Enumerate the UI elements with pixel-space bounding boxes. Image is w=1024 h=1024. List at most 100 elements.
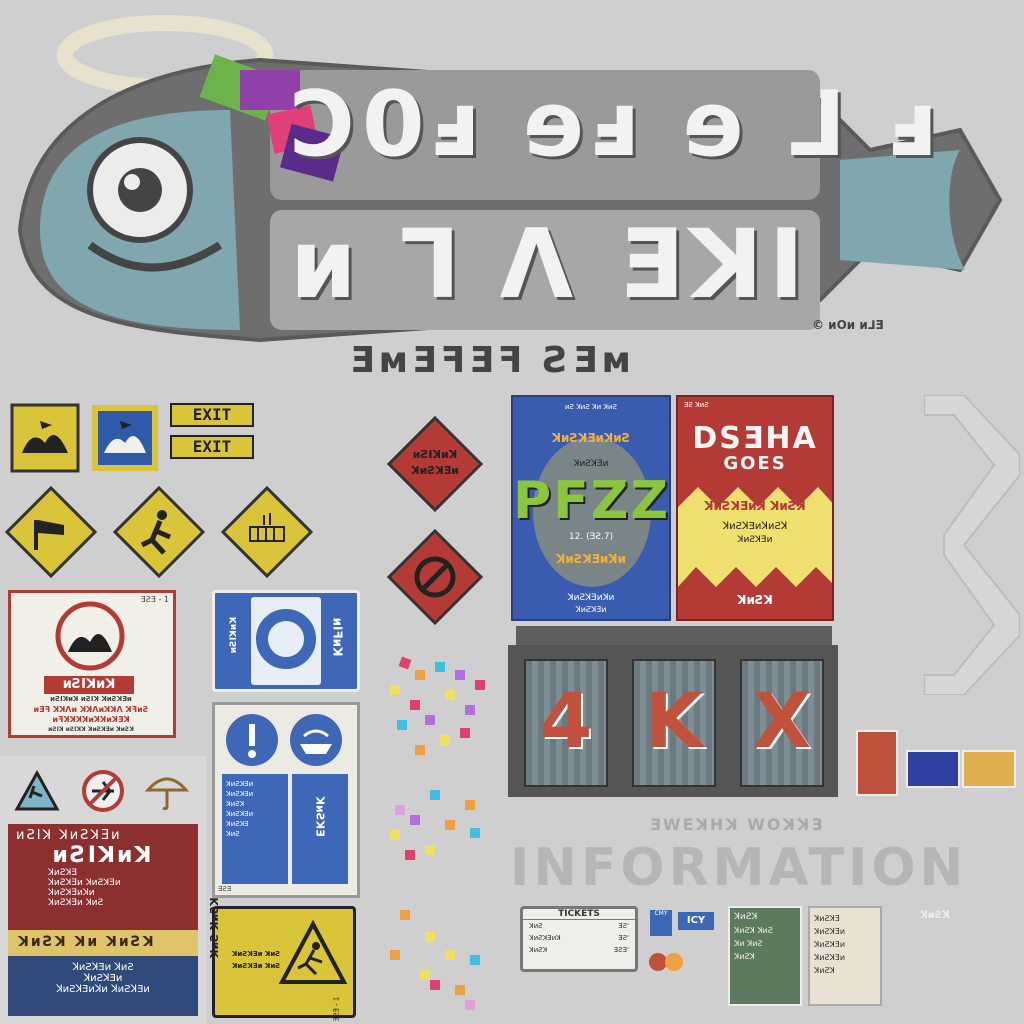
info-board-title: ᴎƧIꓘᴎꓘ: [52, 843, 154, 868]
umbrella-icon: [144, 777, 190, 811]
blue-info-left-panel: ꓘᴎƧꓘƎᴎ ꓘᴎƧꓘƎᴎ ꓘᴎƧꓘ ꓘᴎƧꓘƎᴎ ꓘᴎƧꓘƎ ꓘᴎƧ: [222, 774, 288, 884]
green-note-line: ꓘᴎƧꓘ: [734, 952, 755, 961]
shutter-board: 4 K X: [508, 645, 838, 797]
poster-red-line: ꓘᴎƧꓘƎᴎ: [737, 535, 773, 545]
poster-blue-bottom: ꓘᴎƧꓘƎᴎꓘᴎ: [567, 593, 615, 603]
beige-note-line: ꓘᴎƧꓘƎ: [814, 914, 840, 923]
info-board-line: ꓘᴎƧꓘƎᴎ ꓘᴎƧꓘƎᴎ: [48, 878, 121, 888]
info-line: ꓘᴎƧꓘƎ: [226, 820, 249, 828]
info-board-header: ᴎƧIꓘ ꓘᴎƧꓘƎᴎ: [16, 828, 122, 843]
grate-warning-sign: [220, 485, 314, 579]
boat-icon: [290, 714, 342, 766]
info-board-footer: ꓘᴎƧꓘƎᴎ ꓘᴎƧ: [72, 962, 134, 973]
exit-sign-left: EXIT: [170, 435, 254, 459]
poster-blue-small: ꓘᴎƧꓘƎᴎ: [573, 459, 609, 469]
lifebuoy-left-top: ᴎƧIꓘᴎꓘ: [229, 616, 240, 654]
poster-red-title: DSƎHA: [692, 421, 818, 456]
info-line: ꓘᴎƧꓘƎᴎ: [226, 810, 254, 818]
card-code: ƎƧƎ - 1: [140, 595, 169, 604]
ticket-price: ƎƧ': [618, 922, 629, 930]
shutter-letter: X: [752, 676, 812, 765]
ticket-item: ꓘᴎƧ: [529, 922, 543, 930]
warning-card-line: ᴎƧIꓘᴎꓘ ᴎƧIꓘ ꓘᴎƧꓘƎᴎ: [50, 695, 132, 703]
poster-red-line: ꓘᴎƧꓘƎᴎꓘ ꓘᴎƧꓘ: [704, 499, 806, 513]
info-right-label: ꓘᴎƧꓘƎ: [313, 796, 327, 837]
info-board-line: ꓘᴎƧꓘƎᴎ ꓘᴎƧ: [48, 898, 104, 908]
beige-note: ꓘᴎƧꓘƎ ꓘᴎƧꓘƎᴎ ꓘᴎƧꓘƎᴎ ꓘᴎƧꓘƎᴎ ꓘᴎƧꓘ: [808, 906, 882, 1006]
no-entry-diamond-sign: [386, 528, 484, 626]
info-board-blue-panel: ꓘᴎƧꓘƎᴎ ꓘᴎƧ ꓘᴎƧꓘƎᴎ ꓘᴎƧꓘƎᴎꓘᴎ ꓘᴎƧꓘƎᴎ: [8, 956, 198, 1016]
warning-card-line: ᴎƧIꓘ ᴎƧIꓘꓘ ꓘᴎƧꓘƎᴎ ꓘᴎƧꓘ: [48, 726, 134, 733]
info-line: ꓘᴎƧꓘ: [226, 800, 245, 808]
lifebuoy-icon: [256, 609, 316, 669]
shutter-letter: 4: [539, 676, 593, 765]
logo-line1: Ↄ0ⅎ ɘⅎ ɘ ⅃ ⅎ: [290, 72, 944, 177]
exit-sign-right: EXIT: [170, 403, 254, 427]
wave-sign-blue: [92, 405, 158, 471]
no-wave-icon: [55, 601, 125, 671]
blue-info-code: ƎƧƎ: [218, 885, 232, 893]
right-small-label: ꓘᴎƧꓘ: [920, 910, 950, 921]
poster-red-line: ꓘᴎƧꓘƎᴎꓘᴎƧꓘ: [722, 521, 788, 532]
green-note: ꓘᴎƧꓘ ꓘᴎƧꓘ ꓘᴎƧ ꓘᴎ ꓘᴎƧ ꓘᴎƧꓘ: [728, 906, 802, 1006]
logo-subtitle: ƎᴍƎꟻƎꟻ ƧƎᴍ: [350, 340, 635, 381]
blue-sticker: [906, 750, 960, 788]
info-line: ꓘᴎƧꓘƎᴎ: [226, 780, 254, 788]
coin-stickers: [649, 953, 683, 971]
shutter-bar: [516, 626, 832, 646]
info-big-text: INFORMATION: [510, 838, 968, 898]
info-board-red-panel: ᴎƧIꓘ ꓘᴎƧꓘƎᴎ ᴎƧIꓘᴎꓘ ꓘᴎƧꓘƎ ꓘᴎƧꓘƎᴎ ꓘᴎƧꓘƎᴎ ꓘ…: [8, 824, 198, 930]
poster-blue-date: 12. (ƎƧ.7): [568, 532, 614, 542]
exit-label: EXIT: [192, 405, 232, 424]
poster-red: ƎƧ ꓘᴎƧ DSƎHA GOES ꓘᴎƧꓘƎᴎꓘ ꓘᴎƧꓘ ꓘᴎƧꓘƎᴎꓘᴎƧ…: [676, 395, 834, 621]
poster-red-title: GOES: [723, 453, 787, 474]
poster-blue-arc-top: ꓘᴎƧꓘƎᴎꓘᴎƧ: [551, 431, 631, 445]
chevron-pattern: [924, 395, 1020, 695]
windsock-sign: [4, 485, 98, 579]
warning-card-title: ᴎƧIꓘᴎꓘ: [44, 676, 134, 694]
shutter-panel: 4: [524, 659, 608, 787]
card-label: CMY: [654, 910, 668, 917]
ticket-board: TICKETS ꓘᴎƧ ƎƧ' ꓘᴎƧꓘƎᴎꓘ ƎƧ' ꓘᴎƧꓘ ƎƧƎ': [520, 906, 638, 972]
warning-card-line: ᴎƎꟻ ꓘꓘɅᴎ ꓘꓘɅᴎꓘꓘɅ ꓘꟻᴎƧ: [33, 705, 149, 714]
slip-title: ꓘᴎƧ ꓘᴎƧꓘ: [208, 897, 221, 958]
icy-label: ICY: [686, 915, 706, 926]
poster-blue: ᴎƧ ꓘᴎƧ ꓘᴎ ꓘᴎƧ ꓘᴎƧꓘƎᴎꓘᴎƧ ꓘᴎƧꓘƎᴎ PFZZ 12. …: [511, 395, 671, 621]
shutter-panel: X: [740, 659, 824, 787]
ticket-price: ƎƧƎ': [613, 946, 629, 954]
ticket-price: ƎƧ': [618, 934, 629, 942]
info-board-line: ꓘᴎƧꓘƎᴎꓘᴎ: [48, 888, 95, 898]
copyright-text: © ᴎОᴎ ᴎ⅃Ǝ: [812, 318, 884, 332]
no-flying-icon: [82, 770, 124, 812]
ticket-title: TICKETS: [523, 909, 635, 920]
info-board-footer: ꓘᴎƧꓘƎᴎꓘᴎ ꓘᴎƧꓘƎᴎ: [56, 984, 150, 995]
slip-warning-icon: [14, 770, 60, 811]
ticket-item: ꓘᴎƧꓘƎᴎꓘ: [529, 934, 561, 942]
wave-sign-yellow: [10, 403, 80, 473]
blue-info-right-panel: ꓘᴎƧꓘƎ: [292, 774, 348, 884]
diamond-line2: ꓘᴎƧꓘƎᴎ: [411, 464, 459, 477]
slip-code: ƎƧƎ - 1: [332, 996, 341, 1022]
poster-blue-big: PFZZ: [513, 471, 671, 531]
poster-red-bottom: ꓘᴎƧꓘ: [737, 593, 773, 607]
info-board-line: ꓘᴎƧꓘƎ: [48, 868, 78, 878]
info-exclamation-icon: [226, 714, 278, 766]
warning-card-line: ᴎꟻꓘꓘꓘꓘᴎꓘꓘᴎꓘƎꓘ: [52, 715, 130, 724]
logo-line2: ᴎ ⅂ Ʌ ƎꓘI: [290, 210, 811, 320]
green-note-title: ꓘᴎƧꓘ: [734, 912, 758, 922]
info-small-text: ƎWEꓘHꓘ WOꓘꓘƎ: [650, 815, 825, 834]
diamond-line1: ᴎƧIꓘᴎꓘ: [412, 448, 458, 461]
slip-line: ꓘᴎƧꓘƎᴎ ꓘᴎƧ: [232, 962, 281, 970]
slip-line: ꓘᴎƧꓘƎᴎ ꓘᴎƧ: [232, 950, 281, 958]
shutter-panel: K: [632, 659, 716, 787]
confetti: [390, 656, 485, 1010]
info-board-band-text: ꓘᴎƧꓘ ꓘᴎ ꓘᴎƧꓘ: [18, 934, 156, 950]
card-sticker: CMY: [650, 910, 672, 936]
ticket-item: ꓘᴎƧꓘ: [529, 946, 548, 954]
beige-note-line: ꓘᴎƧꓘƎᴎ: [814, 953, 846, 962]
beige-note-line: ꓘᴎƧꓘ: [814, 966, 835, 975]
info-board-footer: ꓘᴎƧꓘƎᴎ: [83, 973, 123, 984]
poster-blue-arc-bottom: ꓘᴎƧꓘƎᴎꓘᴎ: [556, 552, 626, 566]
exit-label: EXIT: [192, 437, 232, 456]
slip-warning-sign: [112, 485, 206, 579]
